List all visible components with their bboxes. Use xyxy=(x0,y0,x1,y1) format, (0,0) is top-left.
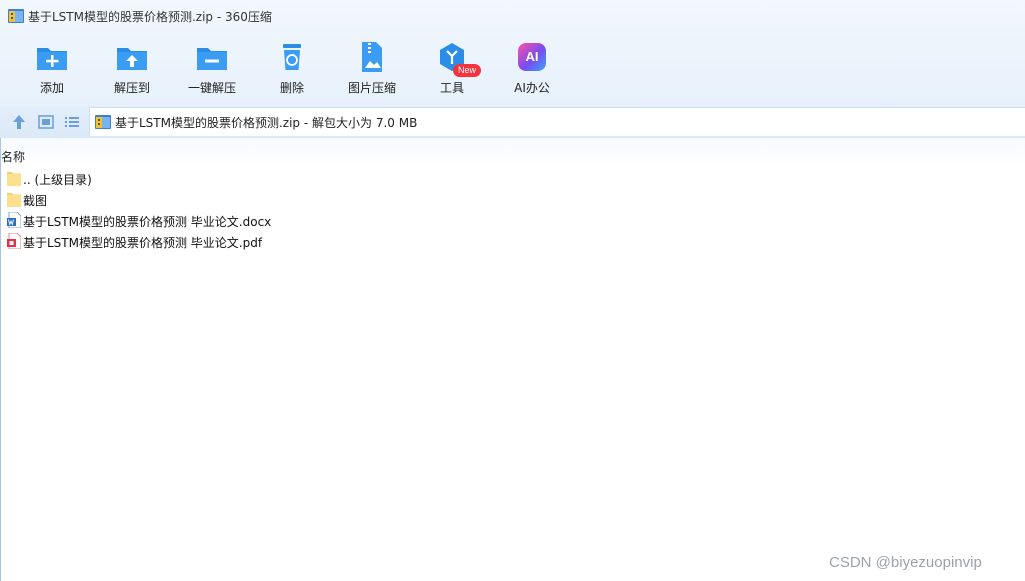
image-compress-button[interactable]: 图片压缩 xyxy=(337,40,407,100)
ai-office-button[interactable]: AI AI办公 xyxy=(497,40,567,100)
pdf-document-icon xyxy=(7,233,21,249)
navigation-bar: 基于LSTM模型的股票价格预测.zip - 解包大小为 7.0 MB xyxy=(0,106,1025,138)
watermark: CSDN @biyezuopinvip xyxy=(829,554,982,571)
extract-to-button[interactable]: 解压到 xyxy=(97,40,167,100)
extract-to-icon xyxy=(117,48,147,70)
new-badge: New xyxy=(453,64,482,77)
zip-archive-icon xyxy=(8,9,24,23)
list-view-icon[interactable] xyxy=(63,113,81,131)
file-name: 截图 xyxy=(23,194,48,208)
extract-to-label: 解压到 xyxy=(113,81,150,95)
ai-glyph: AI xyxy=(525,49,539,64)
column-header: 名称 xyxy=(0,138,1025,166)
list-item[interactable]: 基于LSTM模型的股票价格预测 毕业论文.pdf xyxy=(0,231,500,252)
list-item[interactable]: 截图 xyxy=(0,189,500,210)
file-name: 基于LSTM模型的股票价格预测 毕业论文.docx xyxy=(23,215,272,229)
address-bar[interactable]: 基于LSTM模型的股票价格预测.zip - 解包大小为 7.0 MB xyxy=(89,107,1025,136)
ai-office-icon: AI xyxy=(518,43,546,71)
list-item[interactable]: 基于LSTM模型的股票价格预测 毕业论文.docx xyxy=(0,210,500,231)
folder-icon xyxy=(7,172,21,186)
window-title: 基于LSTM模型的股票价格预测.zip - 360压缩 xyxy=(28,10,272,24)
image-compress-label: 图片压缩 xyxy=(347,81,396,95)
column-name-header[interactable]: 名称 xyxy=(1,148,25,165)
list-item[interactable]: .. (上级目录) xyxy=(0,168,500,189)
folder-icon xyxy=(7,193,21,207)
delete-icon xyxy=(283,44,301,70)
thumbnail-view-icon[interactable] xyxy=(37,113,55,131)
zip-archive-icon xyxy=(95,115,111,129)
delete-button[interactable]: 删除 xyxy=(257,40,327,100)
one-click-extract-icon xyxy=(197,48,227,70)
add-icon xyxy=(37,48,67,70)
tools-label: 工具 xyxy=(439,81,464,95)
add-label: 添加 xyxy=(39,81,64,95)
file-name: 基于LSTM模型的股票价格预测 毕业论文.pdf xyxy=(23,236,263,250)
image-compress-icon xyxy=(362,42,382,72)
ai-office-label: AI办公 xyxy=(514,81,550,95)
word-document-icon xyxy=(7,212,21,228)
address-path: 基于LSTM模型的股票价格预测.zip - 解包大小为 7.0 MB xyxy=(115,116,418,130)
file-name: .. (上级目录) xyxy=(23,173,92,187)
toolbar: 添加 解压到 一键解压 删除 图片压缩 工具 AI AI办公 New xyxy=(0,32,1025,106)
delete-label: 删除 xyxy=(279,81,304,95)
up-arrow-icon[interactable] xyxy=(10,113,28,131)
add-button[interactable]: 添加 xyxy=(17,40,87,100)
one-click-extract-label: 一键解压 xyxy=(187,81,236,95)
one-click-extract-button[interactable]: 一键解压 xyxy=(177,40,247,100)
title-bar: 基于LSTM模型的股票价格预测.zip - 360压缩 xyxy=(0,0,1025,32)
